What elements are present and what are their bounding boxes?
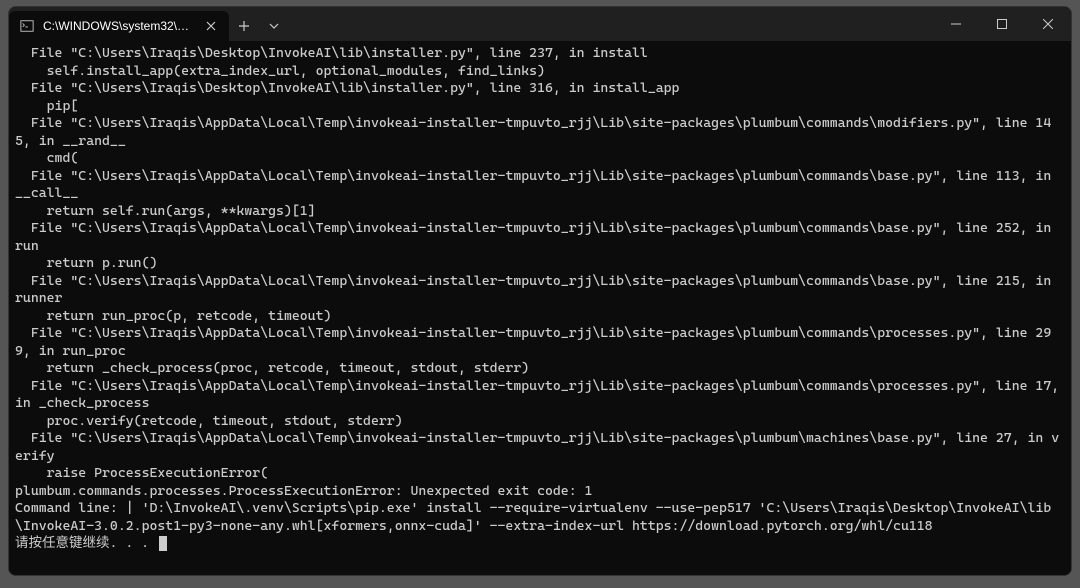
close-button[interactable] — [1025, 7, 1071, 41]
minimize-button[interactable] — [933, 7, 979, 41]
tab-close-button[interactable] — [203, 18, 219, 34]
cursor — [159, 536, 167, 551]
tab-dropdown-button[interactable] — [259, 11, 289, 41]
terminal-text: File "C:\Users\Iraqis\Desktop\InvokeAI\l… — [15, 45, 1067, 534]
maximize-button[interactable] — [979, 7, 1025, 41]
tab-active[interactable]: C:\WINDOWS\system32\cmd. — [9, 11, 229, 41]
titlebar-drag-area[interactable] — [289, 7, 933, 41]
window-controls — [933, 7, 1071, 41]
tab-title: C:\WINDOWS\system32\cmd. — [43, 19, 195, 33]
titlebar: C:\WINDOWS\system32\cmd. — [9, 7, 1071, 41]
cmd-icon — [19, 18, 35, 34]
new-tab-button[interactable] — [229, 11, 259, 41]
terminal-output[interactable]: File "C:\Users\Iraqis\Desktop\InvokeAI\l… — [9, 41, 1071, 575]
prompt-text: 请按任意键继续. . . — [15, 535, 157, 551]
terminal-window: C:\WINDOWS\system32\cmd. File "C:\Users\… — [8, 6, 1072, 576]
